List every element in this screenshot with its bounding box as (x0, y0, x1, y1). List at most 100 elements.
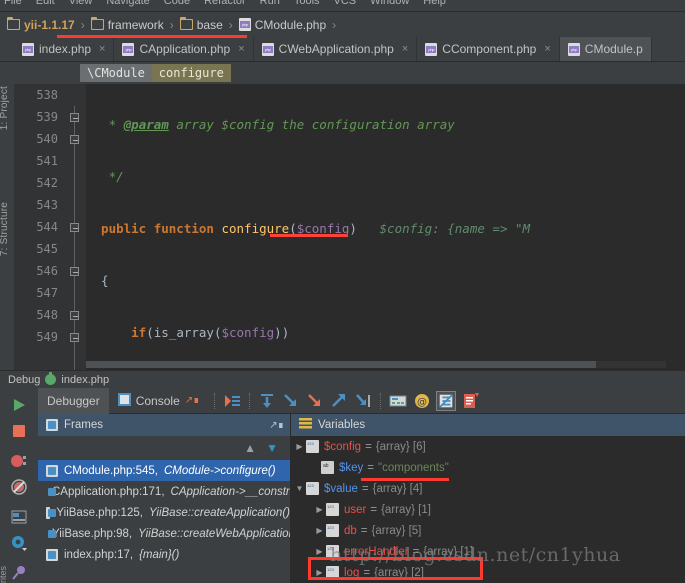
menu-item-tools[interactable]: Tools (294, 0, 320, 7)
menu-item-run[interactable]: Run (260, 0, 280, 7)
frames-list[interactable]: CModule.php:545, CModule->configure() CA… (38, 460, 290, 583)
array-icon (306, 440, 319, 453)
menu-bar[interactable]: File Edit View Navigate Code Refactor Ru… (0, 0, 685, 12)
php-file-icon (22, 42, 34, 56)
editor-horizontal-scrollbar[interactable] (86, 361, 666, 368)
breadcrumb-item-file[interactable]: CModule.php (236, 18, 329, 32)
variable-row[interactable]: ▼ $value = {array} [4] (291, 478, 685, 499)
step-over-icon[interactable] (257, 391, 277, 411)
sidebar-tab-project[interactable]: 1: Project (0, 86, 10, 130)
mute-breakpoints-icon[interactable] (10, 478, 28, 496)
step-into-icon[interactable] (281, 391, 301, 411)
tab-index-php[interactable]: index.php × (14, 37, 115, 61)
evaluate-expression-icon[interactable] (388, 391, 408, 411)
code-text[interactable]: * @param array $config the configuration… (86, 84, 685, 370)
tab-cmodule-php[interactable]: CModule.p (559, 37, 652, 61)
settings-icon[interactable] (460, 391, 480, 411)
chevron-down-icon[interactable]: ▼ (293, 484, 306, 493)
tab-console[interactable]: Console ↗∎ (109, 388, 209, 414)
tab-ccomponent-php[interactable]: CComponent.php × (417, 37, 560, 61)
chevron-right-icon[interactable]: ▶ (313, 547, 326, 556)
mute-breakpoints-icon[interactable] (435, 390, 456, 411)
menu-item-file[interactable]: File (4, 0, 22, 7)
run-to-cursor-icon[interactable] (353, 391, 373, 411)
view-breakpoints-icon[interactable] (10, 452, 28, 470)
chevron-right-icon[interactable]: ▶ (313, 526, 326, 535)
variable-value: {array} [6] (375, 440, 426, 453)
php-file-icon (261, 42, 274, 56)
show-execution-point-icon[interactable] (222, 391, 242, 411)
tab-label: CWebApplication.php (278, 42, 394, 56)
rerun-icon[interactable] (10, 396, 28, 414)
fold-marker-icon[interactable] (70, 113, 79, 122)
variable-row[interactable]: ▶ $config = {array} [6] (291, 436, 685, 457)
frame-row[interactable]: CApplication.php:171, CApplication->__co… (38, 481, 290, 502)
code-folding-gutter[interactable] (64, 84, 86, 370)
tab-capplication-php[interactable]: CApplication.php × (114, 37, 254, 61)
editor-navigation-bar[interactable]: \CModule configure (0, 62, 685, 84)
debug-side-rail[interactable]: rites (0, 388, 38, 583)
settings-gear-icon[interactable] (10, 534, 28, 552)
variables-tree[interactable]: ▶ $config = {array} [6] $key = "componen… (291, 436, 685, 583)
menu-item-view[interactable]: View (69, 0, 93, 7)
restore-layout-icon[interactable] (10, 508, 28, 526)
code-viewport[interactable]: 1: Project 7: Structure 538 539 540 541 … (0, 84, 685, 370)
pin-icon[interactable]: ↗∎ (269, 420, 284, 431)
fold-marker-icon[interactable] (70, 135, 79, 144)
fold-marker-icon[interactable] (70, 333, 79, 342)
fold-marker-icon[interactable] (70, 223, 79, 232)
step-out-icon[interactable] (329, 391, 349, 411)
variable-equals: = (367, 461, 375, 474)
line-number: 545 (36, 242, 58, 256)
at-icon[interactable]: @ (412, 391, 432, 411)
fold-marker-icon[interactable] (70, 311, 79, 320)
variable-row[interactable]: ▶ user = {array} [1] (291, 499, 685, 520)
frame-function: {main}() (139, 548, 180, 561)
navbar-member-chip[interactable]: configure (151, 64, 231, 82)
fold-marker-icon[interactable] (70, 267, 79, 276)
close-icon[interactable]: × (99, 43, 105, 55)
sidebar-tab-structure[interactable]: 7: Structure (0, 202, 10, 256)
breadcrumb-item-framework[interactable]: framework (88, 17, 167, 32)
breadcrumb[interactable]: yii-1.1.17 › framework › base › CModule.… (0, 12, 685, 38)
move-down-icon[interactable]: ▼ (266, 441, 278, 455)
svg-text:@: @ (417, 397, 427, 408)
variable-equals: = (370, 503, 378, 516)
menu-item-code[interactable]: Code (164, 0, 190, 7)
breadcrumb-item-project[interactable]: yii-1.1.17 (4, 17, 78, 32)
line-number-gutter: 538 539 540 541 542 543 544 545 546 547 … (14, 84, 64, 370)
editor-tab-bar[interactable]: index.php × CApplication.php × CWebAppli… (0, 37, 685, 62)
menu-item-help[interactable]: Help (423, 0, 446, 7)
navbar-class-chip[interactable]: \CModule (80, 64, 152, 82)
sidebar-tab-favorites[interactable]: rites (0, 566, 8, 583)
close-icon[interactable]: × (402, 43, 408, 55)
menu-item-vcs[interactable]: VCS (334, 0, 357, 7)
frame-row[interactable]: YiiBase.php:98, YiiBase::createWebApplic… (38, 523, 290, 544)
breadcrumb-item-base[interactable]: base (177, 17, 226, 32)
menu-item-window[interactable]: Window (370, 0, 409, 7)
frame-row[interactable]: CModule.php:545, CModule->configure() (38, 460, 290, 481)
menu-item-edit[interactable]: Edit (36, 0, 55, 7)
frames-toolbar[interactable]: ▲ ▼ (38, 436, 290, 460)
chevron-right-icon[interactable]: ▶ (313, 505, 326, 514)
frame-function: CModule->configure() (163, 464, 276, 477)
tab-label: CApplication.php (139, 42, 231, 56)
debug-tool-window-header[interactable]: Debug index.php (0, 370, 685, 388)
pin-icon[interactable] (10, 564, 28, 582)
frame-row[interactable]: index.php:17, {main}() (38, 544, 290, 565)
force-step-into-icon[interactable] (305, 391, 325, 411)
chevron-right-icon[interactable]: ▶ (293, 442, 306, 451)
stop-icon[interactable] (10, 422, 28, 440)
move-up-icon[interactable]: ▲ (244, 441, 256, 455)
debug-toolbar[interactable]: Debugger Console ↗∎ @ (38, 387, 685, 414)
menu-item-navigate[interactable]: Navigate (106, 0, 149, 7)
menu-item-refactor[interactable]: Refactor (204, 0, 246, 7)
tab-debugger[interactable]: Debugger (38, 387, 109, 414)
close-icon[interactable]: × (544, 43, 550, 55)
variable-row[interactable]: ▶ db = {array} [5] (291, 520, 685, 541)
frames-panel-title: Frames ↗∎ (38, 414, 290, 436)
close-icon[interactable]: × (238, 43, 244, 55)
frame-row[interactable]: YiiBase.php:125, YiiBase::createApplicat… (38, 502, 290, 523)
tab-cwebapplication-php[interactable]: CWebApplication.php × (253, 37, 418, 61)
variable-row[interactable]: $key = "components" (291, 457, 685, 478)
